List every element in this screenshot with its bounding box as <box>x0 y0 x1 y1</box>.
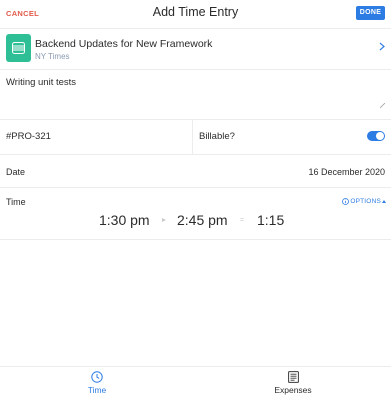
nav-item-expenses[interactable]: Expenses <box>253 371 333 395</box>
resize-handle-icon[interactable] <box>380 103 385 108</box>
divider <box>0 119 391 120</box>
nav-item-label: Time <box>87 385 107 395</box>
duration[interactable]: 1:15 <box>257 212 284 228</box>
time-label: Time <box>6 197 26 207</box>
divider <box>0 69 391 70</box>
task-field[interactable]: #PRO-321 <box>6 131 51 142</box>
end-time[interactable]: 2:45 pm <box>177 212 228 228</box>
date-label: Date <box>6 167 26 177</box>
options-label: OPTIONS <box>350 198 381 205</box>
bottom-nav: Time Expenses <box>0 366 391 400</box>
date-value[interactable]: 16 December 2020 <box>308 167 385 177</box>
header-bar: CANCEL Add Time Entry DONE <box>0 0 391 28</box>
column-divider <box>192 120 193 154</box>
layers-icon <box>12 42 25 54</box>
caret-up-icon <box>382 200 386 203</box>
info-circle-icon <box>342 198 350 205</box>
arrow-right-icon <box>162 218 166 222</box>
divider <box>0 239 391 240</box>
billable-label: Billable? <box>199 131 235 142</box>
nav-item-time[interactable]: Time <box>57 371 137 395</box>
chevron-right-icon <box>379 42 385 51</box>
project-name: Backend Updates for New Framework <box>35 38 213 50</box>
divider <box>0 187 391 188</box>
clock-icon <box>91 371 103 383</box>
project-badge <box>6 34 31 62</box>
billable-toggle[interactable] <box>367 131 385 141</box>
divider <box>0 154 391 155</box>
start-time[interactable]: 1:30 pm <box>99 212 150 228</box>
receipt-icon <box>287 371 299 383</box>
notes-field[interactable]: Writing unit tests <box>6 77 76 88</box>
equals-icon: = <box>240 217 245 224</box>
toggle-knob <box>376 132 384 140</box>
done-button[interactable]: DONE <box>356 6 385 20</box>
options-button[interactable]: OPTIONS <box>342 198 386 205</box>
nav-item-label: Expenses <box>274 385 312 395</box>
page-title: Add Time Entry <box>152 5 239 19</box>
project-client: NY Times <box>35 52 70 61</box>
project-selector[interactable]: Backend Updates for New Framework NY Tim… <box>0 29 391 69</box>
